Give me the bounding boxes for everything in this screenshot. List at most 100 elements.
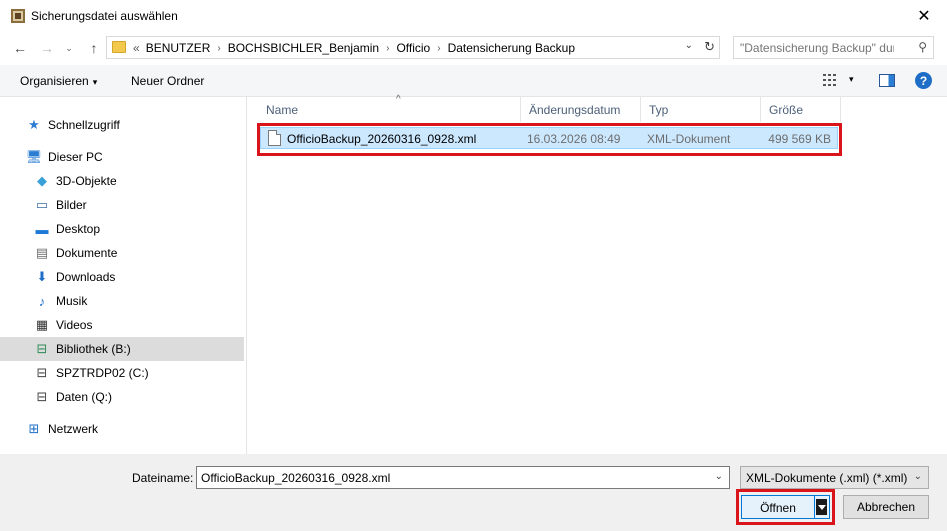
- app-icon: [11, 9, 25, 23]
- sidebar-item-network[interactable]: ⊞ Netzwerk: [26, 417, 98, 441]
- search-input[interactable]: [734, 37, 894, 58]
- column-header-size[interactable]: Größe: [761, 97, 841, 122]
- chevron-right-icon[interactable]: ›: [217, 43, 220, 54]
- view-options-icon[interactable]: [823, 73, 839, 87]
- address-bar[interactable]: « BENUTZER › BOCHSBICHLER_Benjamin › Off…: [106, 36, 720, 59]
- sidebar-item-label: Schnellzugriff: [48, 118, 120, 132]
- star-icon: ★: [28, 117, 40, 132]
- file-list: ^ Name Änderungsdatum Typ Größe OfficioB…: [247, 94, 947, 454]
- filename-label: Dateiname:: [132, 471, 194, 485]
- sidebar-item-label: Dieser PC: [48, 150, 103, 164]
- new-folder-button[interactable]: Neuer Ordner: [131, 74, 204, 88]
- breadcrumb-benutzer[interactable]: BENUTZER: [146, 41, 211, 55]
- organize-button[interactable]: Organisieren ▾: [20, 74, 97, 88]
- download-icon: ⬇: [36, 269, 48, 284]
- video-icon: ▦: [35, 317, 49, 332]
- organize-label: Organisieren: [20, 74, 89, 88]
- column-header-name[interactable]: ^ Name: [258, 94, 521, 122]
- window-title: Sicherungsdatei auswählen: [31, 9, 178, 23]
- chevron-right-icon[interactable]: ›: [386, 43, 389, 54]
- column-header-type[interactable]: Typ: [641, 97, 761, 122]
- breadcrumb-officio[interactable]: Officio: [396, 41, 430, 55]
- file-type: XML-Dokument: [647, 132, 731, 146]
- network-icon: ⊞: [28, 421, 40, 436]
- pictures-icon: ▭: [35, 197, 49, 212]
- column-header-label: Name: [266, 102, 299, 117]
- open-button-label: Öffnen: [760, 501, 796, 515]
- sidebar-item-pictures[interactable]: ▭ Bilder: [34, 193, 87, 217]
- drive-icon: ⊟: [36, 365, 48, 380]
- sidebar-item-label: Musik: [56, 294, 88, 308]
- sidebar-item-3d-objects[interactable]: ◆ 3D-Objekte: [34, 169, 117, 193]
- address-dropdown-icon[interactable]: ⌄: [685, 40, 693, 51]
- title-bar: Sicherungsdatei auswählen ✕: [0, 0, 947, 31]
- help-icon[interactable]: ?: [915, 72, 932, 89]
- file-name: OfficioBackup_20260316_0928.xml: [287, 132, 477, 146]
- command-bar: Organisieren ▾ Neuer Ordner ▾ ?: [0, 65, 947, 97]
- document-icon: ▤: [35, 245, 49, 260]
- sidebar-item-quick-access[interactable]: ★ Schnellzugriff: [26, 113, 120, 137]
- network-drive-icon: ⊟: [36, 341, 48, 356]
- address-row: ← → ⌄ ↑ « BENUTZER › BOCHSBICHLER_Benjam…: [0, 31, 947, 65]
- computer-icon: 🖥: [25, 149, 43, 164]
- sidebar-item-desktop[interactable]: ▬ Desktop: [34, 217, 101, 241]
- sidebar-item-label: Downloads: [56, 270, 116, 284]
- footer-panel: Dateiname: ⌄ XML-Dokumente (.xml) (*.xml…: [0, 454, 947, 531]
- column-header-date[interactable]: Änderungsdatum: [521, 97, 641, 122]
- forward-icon[interactable]: →: [37, 39, 57, 57]
- sidebar-item-label: 3D-Objekte: [56, 174, 117, 188]
- close-icon[interactable]: ✕: [901, 0, 947, 31]
- refresh-icon[interactable]: ↻: [704, 39, 715, 55]
- sidebar-item-drive-q[interactable]: ⊟ Daten (Q:): [34, 385, 112, 409]
- filename-combobox[interactable]: ⌄: [196, 466, 730, 489]
- sidebar-item-downloads[interactable]: ⬇ Downloads: [34, 265, 116, 289]
- chevron-down-icon[interactable]: ⌄: [914, 471, 922, 482]
- sidebar-item-label: Dokumente: [56, 246, 118, 260]
- preview-pane-icon[interactable]: [879, 74, 895, 87]
- chevron-down-icon[interactable]: ⌄: [715, 471, 723, 482]
- sidebar-item-label: Videos: [56, 318, 93, 332]
- breadcrumb-overflow-icon[interactable]: «: [133, 41, 140, 55]
- sidebar-item-drive-c[interactable]: ⊟ SPZTRDP02 (C:): [34, 361, 149, 385]
- file-type-filter-label: XML-Dokumente (.xml) (*.xml): [746, 471, 908, 485]
- sidebar-item-label: Desktop: [56, 222, 101, 236]
- chevron-right-icon[interactable]: ›: [437, 43, 440, 54]
- search-icon[interactable]: ⚲: [918, 40, 927, 54]
- network-drive-icon: ⊟: [36, 389, 48, 404]
- breadcrumb: « BENUTZER › BOCHSBICHLER_Benjamin › Off…: [133, 41, 575, 55]
- open-button[interactable]: Öffnen: [741, 495, 830, 519]
- back-icon[interactable]: ←: [10, 39, 30, 57]
- cancel-button[interactable]: Abbrechen: [843, 495, 929, 519]
- sidebar-item-label: Netzwerk: [48, 422, 99, 436]
- file-date: 16.03.2026 08:49: [527, 132, 621, 146]
- recent-locations-icon[interactable]: ⌄: [62, 39, 76, 57]
- navigation-pane: ★ Schnellzugriff 🖥 Dieser PC ◆ 3D-Objekt…: [0, 97, 246, 454]
- sort-ascending-icon: ^: [396, 94, 401, 105]
- file-type-select[interactable]: XML-Dokumente (.xml) (*.xml) ⌄: [740, 466, 929, 489]
- folder-icon: [112, 41, 126, 53]
- sidebar-item-label: Bilder: [56, 198, 87, 212]
- breadcrumb-user[interactable]: BOCHSBICHLER_Benjamin: [228, 41, 379, 55]
- sidebar-item-videos[interactable]: ▦ Videos: [34, 313, 93, 337]
- cube-icon: ◆: [37, 173, 47, 188]
- open-options-dropdown-icon[interactable]: [816, 499, 827, 515]
- sidebar-item-label: SPZTRDP02 (C:): [56, 366, 149, 380]
- list-item[interactable]: OfficioBackup_20260316_0928.xml 16.03.20…: [260, 127, 838, 149]
- sidebar-item-label: Daten (Q:): [56, 390, 113, 404]
- sidebar-item-this-pc[interactable]: 🖥 Dieser PC: [26, 145, 103, 169]
- music-icon: ♪: [38, 293, 46, 309]
- split-divider: [814, 496, 815, 518]
- view-dropdown-icon[interactable]: ▾: [849, 74, 854, 85]
- up-icon[interactable]: ↑: [84, 39, 104, 57]
- file-size: 499 569 KB: [768, 132, 831, 146]
- chevron-down-icon: ▾: [92, 77, 98, 87]
- sidebar-item-documents[interactable]: ▤ Dokumente: [34, 241, 118, 265]
- xml-file-icon: [268, 130, 281, 146]
- sidebar-item-label: Bibliothek (B:): [56, 342, 131, 356]
- filename-input[interactable]: [197, 467, 697, 488]
- sidebar-item-library-b[interactable]: ⊟ Bibliothek (B:): [0, 337, 244, 361]
- desktop-icon: ▬: [35, 221, 49, 237]
- sidebar-item-music[interactable]: ♪ Musik: [34, 289, 88, 313]
- breadcrumb-datensicherung[interactable]: Datensicherung Backup: [448, 41, 575, 55]
- search-box[interactable]: ⚲: [733, 36, 934, 59]
